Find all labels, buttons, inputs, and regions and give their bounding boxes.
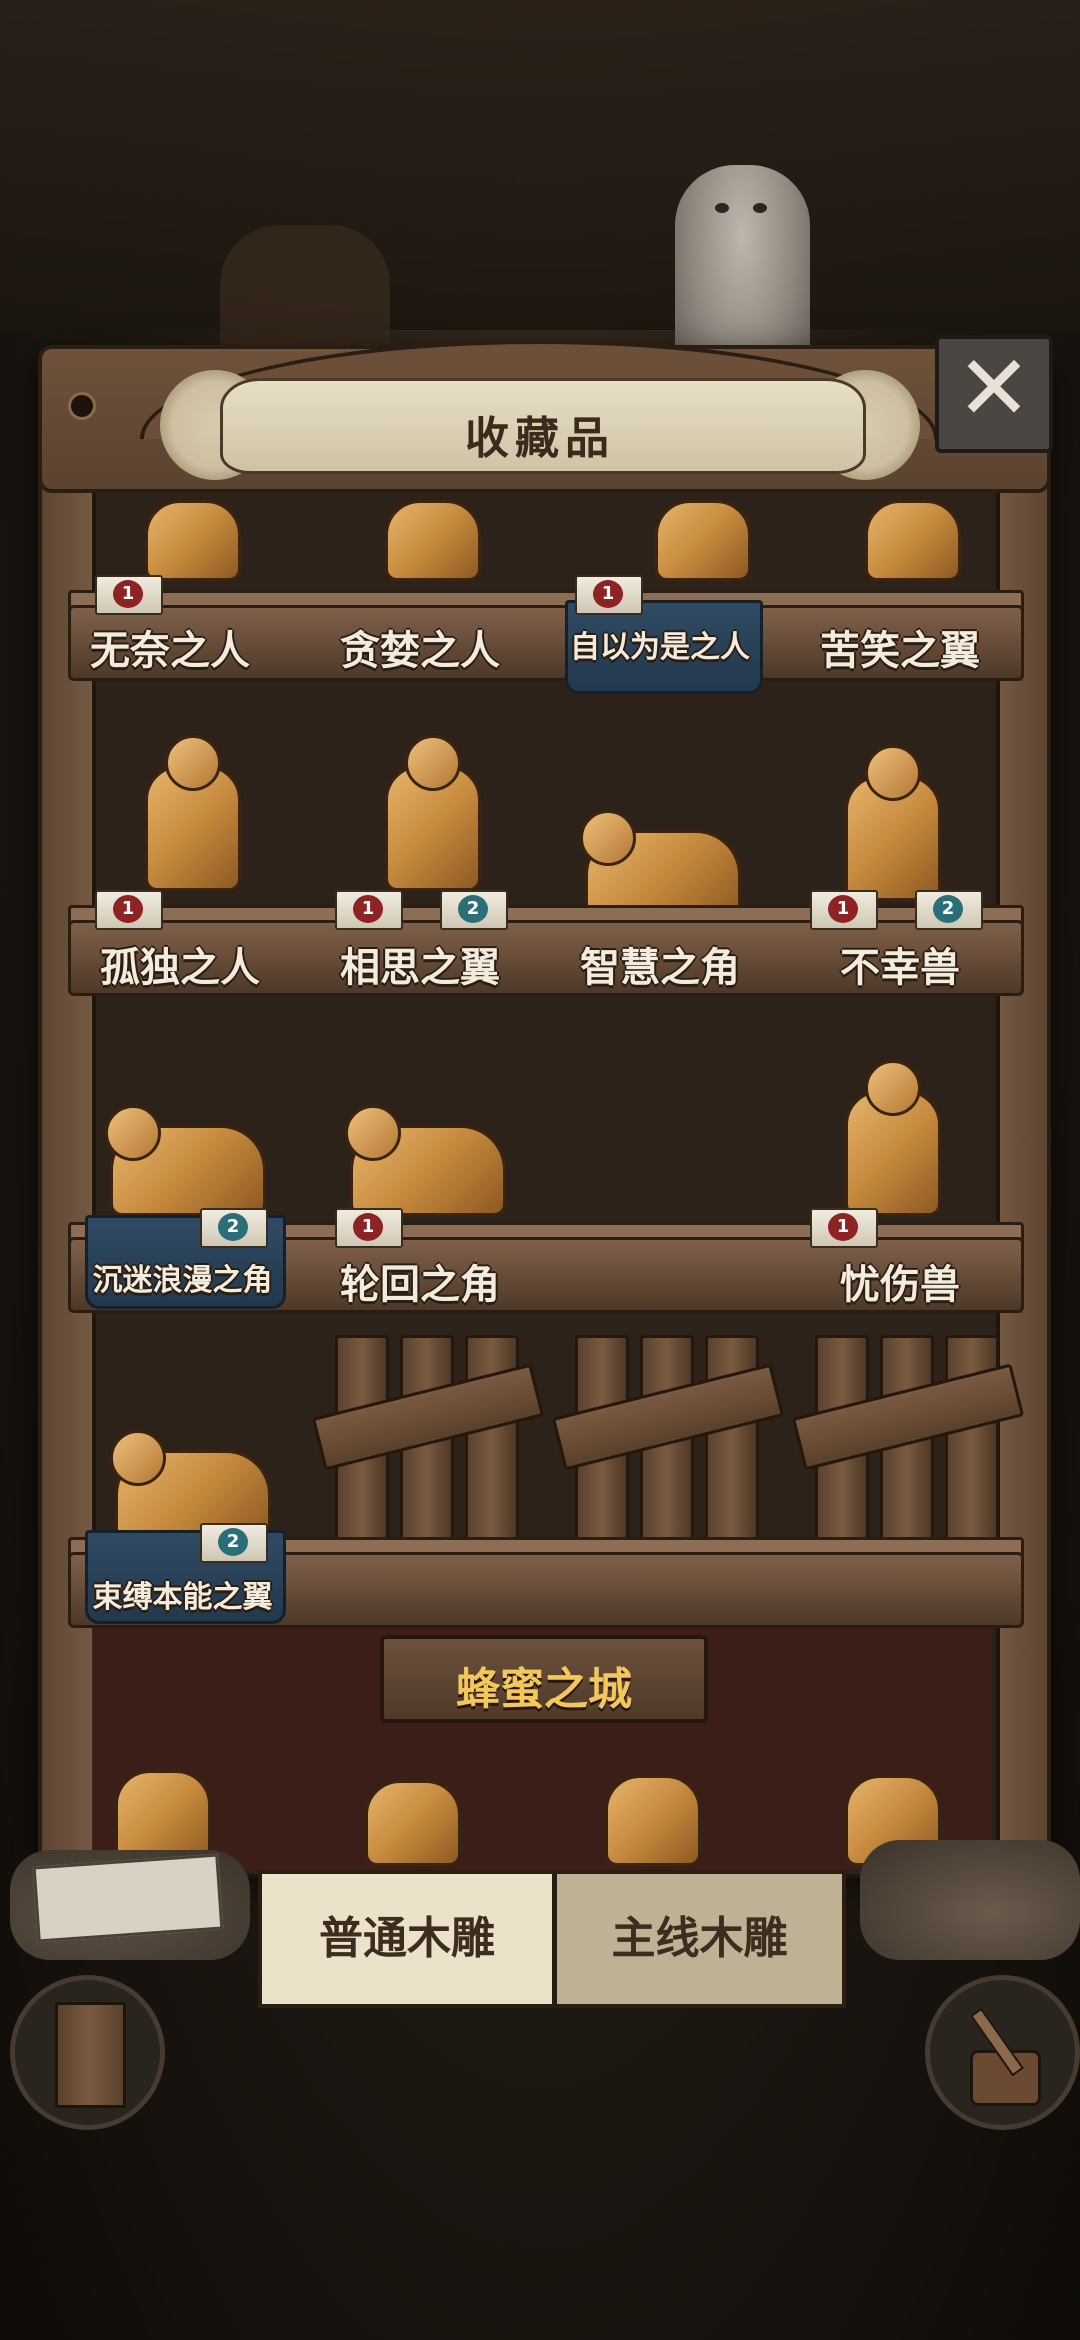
badge: 1	[810, 890, 878, 930]
room-ceiling	[0, 0, 1080, 330]
carving-zhihui[interactable]	[575, 770, 745, 921]
section-title: 蜂蜜之城	[456, 1664, 632, 1715]
item-label: 忧伤兽	[840, 1261, 960, 1308]
item-label: 轮回之角	[340, 1261, 500, 1308]
section-sign: 蜂蜜之城	[380, 1635, 708, 1723]
badge: 1	[575, 575, 643, 615]
item-label: 无奈之人	[90, 627, 250, 674]
carving-shufu[interactable]	[105, 1390, 275, 1541]
carving-buxingshou[interactable]	[830, 745, 950, 901]
badge: 2	[440, 890, 508, 930]
item-label: 智慧之角	[580, 944, 740, 991]
badge: 1	[335, 1208, 403, 1248]
item-label: 束缚本能之翼	[92, 1580, 273, 1615]
item-label: 苦笑之翼	[820, 627, 980, 674]
badge: 1	[810, 1208, 878, 1248]
nail-icon	[68, 392, 96, 420]
carving-chenmi[interactable]	[100, 1065, 270, 1216]
carving-youshangshou[interactable]	[830, 1060, 950, 1216]
door-button[interactable]	[10, 1975, 165, 2130]
item-label: 沉迷浪漫之角	[92, 1263, 273, 1298]
carve-button[interactable]	[925, 1975, 1080, 2130]
badge: 1	[335, 890, 403, 930]
carving-lunhui[interactable]	[340, 1065, 510, 1216]
carving-xiangsi[interactable]	[370, 735, 490, 891]
badge: 2	[915, 890, 983, 930]
page-title: 收藏品	[465, 413, 615, 464]
item-label: 自以为是之人	[570, 630, 750, 665]
tab-normal-carving[interactable]: 普通木雕	[258, 1870, 556, 2008]
badge: 2	[200, 1208, 268, 1248]
item-label: 不幸兽	[840, 944, 960, 991]
tab-main-carving[interactable]: 主线木雕	[553, 1870, 846, 2008]
item-label: 孤独之人	[100, 944, 260, 991]
close-icon: ✕	[956, 336, 1032, 441]
item-label: 贪婪之人	[340, 627, 500, 674]
badge: 1	[95, 890, 163, 930]
carving-gudu[interactable]	[130, 735, 250, 891]
close-button[interactable]: ✕	[935, 335, 1053, 453]
badge: 2	[200, 1523, 268, 1563]
item-label: 相思之翼	[340, 944, 500, 991]
rubble-decor	[860, 1840, 1080, 1960]
badge: 1	[95, 575, 163, 615]
door-icon	[55, 2002, 126, 2108]
paper-decor	[32, 1853, 224, 1943]
title-scroll: 收藏品	[160, 370, 920, 480]
